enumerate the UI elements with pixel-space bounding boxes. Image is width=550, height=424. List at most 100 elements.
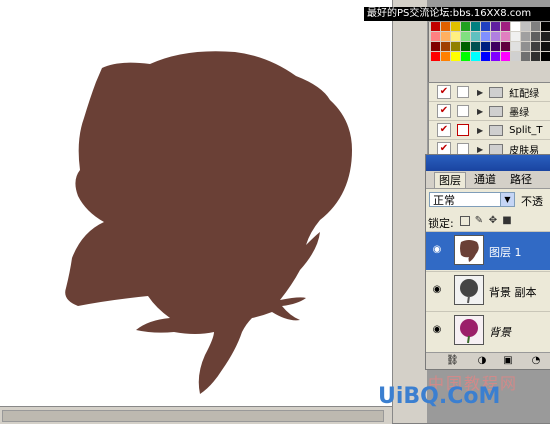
color-swatch[interactable]	[441, 32, 450, 41]
color-swatch[interactable]	[521, 52, 530, 61]
color-swatch[interactable]	[521, 32, 530, 41]
blend-mode-select[interactable]: 正常 ▼	[429, 192, 515, 207]
dialog-toggle[interactable]	[457, 86, 469, 98]
action-row[interactable]: ✔ ▶ 紅配绿	[429, 83, 550, 102]
color-swatch[interactable]	[451, 32, 460, 41]
color-swatch[interactable]	[501, 22, 510, 31]
color-swatch[interactable]	[441, 42, 450, 51]
dock-gutter	[392, 0, 427, 423]
color-rose-thumbnail	[454, 315, 484, 345]
expand-triangle-icon[interactable]: ▶	[477, 107, 483, 116]
layer-name: 图层 1	[489, 246, 522, 259]
color-swatch[interactable]	[441, 52, 450, 61]
tab-paths[interactable]: 路径	[506, 172, 536, 187]
swatch-grid[interactable]	[431, 22, 550, 61]
new-layer-icon[interactable]: ◔	[530, 355, 542, 367]
color-swatch[interactable]	[531, 42, 540, 51]
eye-icon[interactable]: ◉	[430, 244, 444, 256]
color-swatch[interactable]	[521, 42, 530, 51]
color-swatch[interactable]	[491, 32, 500, 41]
color-swatch[interactable]	[491, 42, 500, 51]
expand-triangle-icon[interactable]: ▶	[477, 145, 483, 154]
link-icon[interactable]: ⛓	[446, 355, 459, 367]
color-swatch[interactable]	[531, 52, 540, 61]
color-swatch[interactable]	[461, 22, 470, 31]
rose-silhouette-thumbnail	[454, 235, 484, 265]
action-check[interactable]: ✔	[437, 123, 451, 137]
color-swatch[interactable]	[431, 32, 440, 41]
document-canvas[interactable]	[0, 0, 393, 407]
layer-row[interactable]: ◉ 背景 副本	[426, 271, 550, 310]
action-row[interactable]: ✔ ▶ 墨绿	[429, 102, 550, 121]
action-label: 紅配绿	[509, 88, 540, 100]
layers-footer: ⛓ ◑ ▣ ◔	[426, 352, 550, 369]
workspace	[0, 0, 393, 424]
color-swatch[interactable]	[471, 22, 480, 31]
color-swatch[interactable]	[451, 52, 460, 61]
color-swatch[interactable]	[451, 22, 460, 31]
tab-layers[interactable]: 图层	[434, 172, 466, 188]
color-swatch[interactable]	[461, 52, 470, 61]
dialog-toggle[interactable]	[457, 124, 469, 136]
blend-mode-value: 正常	[433, 194, 455, 207]
color-swatch[interactable]	[491, 52, 500, 61]
color-swatch[interactable]	[511, 42, 520, 51]
color-swatch[interactable]	[481, 32, 490, 41]
color-swatch[interactable]	[471, 32, 480, 41]
color-swatch[interactable]	[541, 22, 550, 31]
mask-icon[interactable]: ▣	[502, 355, 514, 367]
layers-tabs: 图层 通道 路径	[426, 171, 550, 189]
eye-icon[interactable]: ◉	[430, 324, 444, 336]
color-swatch[interactable]	[451, 42, 460, 51]
color-swatch[interactable]	[481, 22, 490, 31]
lock-brush-icon[interactable]: ✎	[474, 216, 484, 226]
layer-row[interactable]: ◉ 背景	[426, 311, 550, 350]
actions-panel: ✔ ▶ 紅配绿 ✔ ▶ 墨绿 ✔ ▶ Split_T ✔ ▶ 皮肤易	[428, 82, 550, 156]
color-swatch[interactable]	[501, 52, 510, 61]
color-swatch[interactable]	[531, 32, 540, 41]
color-swatch[interactable]	[431, 42, 440, 51]
chevron-down-icon[interactable]: ▼	[500, 193, 514, 206]
gray-rose-thumbnail	[454, 275, 484, 305]
color-swatch[interactable]	[541, 52, 550, 61]
action-check[interactable]: ✔	[437, 85, 451, 99]
layer-name: 背景 副本	[489, 286, 537, 299]
action-check[interactable]: ✔	[437, 104, 451, 118]
expand-triangle-icon[interactable]: ▶	[477, 126, 483, 135]
color-swatch[interactable]	[441, 22, 450, 31]
color-swatch[interactable]	[481, 52, 490, 61]
color-swatch[interactable]	[431, 22, 440, 31]
color-swatch[interactable]	[461, 32, 470, 41]
color-swatch[interactable]	[501, 32, 510, 41]
color-swatch[interactable]	[511, 32, 520, 41]
color-swatch[interactable]	[501, 42, 510, 51]
color-swatch[interactable]	[431, 52, 440, 61]
tab-channels[interactable]: 通道	[470, 172, 500, 187]
color-swatch[interactable]	[471, 42, 480, 51]
color-swatch[interactable]	[491, 22, 500, 31]
color-swatch[interactable]	[481, 42, 490, 51]
opacity-label: 不透	[521, 195, 543, 208]
lock-all-icon[interactable]: ■	[502, 216, 512, 226]
lock-transparency-icon[interactable]	[460, 216, 470, 226]
color-swatch[interactable]	[471, 52, 480, 61]
panel-title-bar[interactable]	[426, 155, 550, 171]
eye-icon[interactable]: ◉	[430, 284, 444, 296]
lock-row: 锁定: ✎ ✥ ■	[426, 211, 550, 232]
dialog-toggle[interactable]	[457, 105, 469, 117]
lock-move-icon[interactable]: ✥	[488, 216, 498, 226]
horizontal-scrollbar[interactable]	[0, 406, 392, 424]
adjustment-icon[interactable]: ◑	[476, 355, 488, 367]
color-swatch[interactable]	[461, 42, 470, 51]
color-swatch[interactable]	[531, 22, 540, 31]
color-swatch[interactable]	[541, 42, 550, 51]
color-swatch[interactable]	[511, 52, 520, 61]
color-swatch[interactable]	[511, 22, 520, 31]
action-row[interactable]: ✔ ▶ Split_T	[429, 121, 550, 140]
layer-row[interactable]: ◉ 图层 1	[426, 231, 550, 270]
expand-triangle-icon[interactable]: ▶	[477, 88, 483, 97]
color-swatch[interactable]	[521, 22, 530, 31]
scrollbar-thumb[interactable]	[2, 410, 384, 422]
color-swatch[interactable]	[541, 32, 550, 41]
action-label: Split_T	[509, 124, 543, 136]
